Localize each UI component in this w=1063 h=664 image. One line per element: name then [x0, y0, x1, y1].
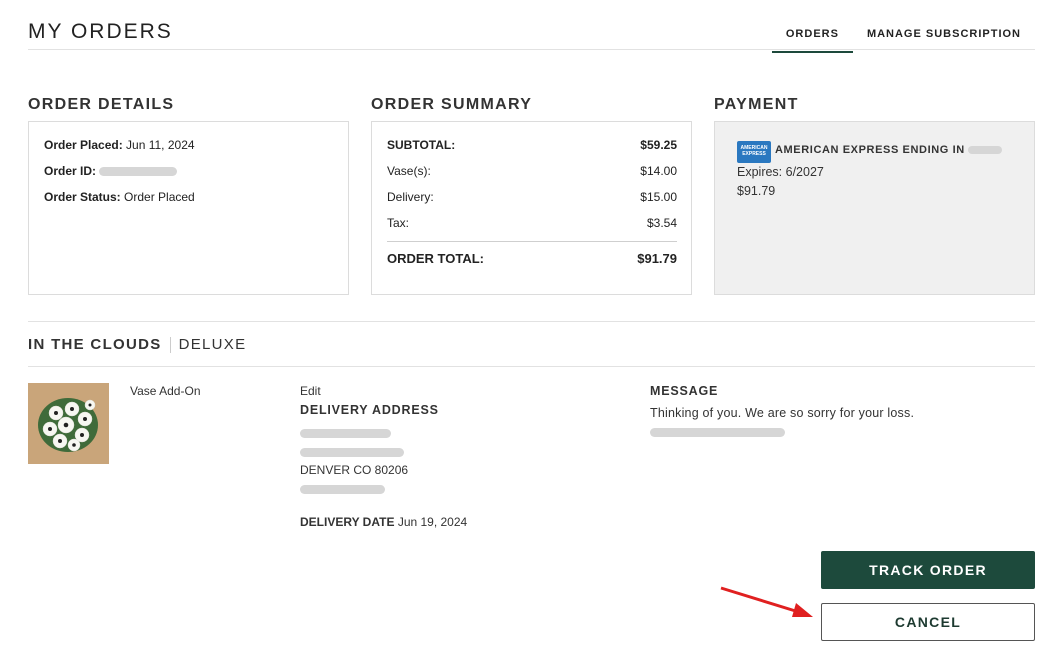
product-divider [28, 366, 1035, 367]
order-id: Order ID: [44, 164, 178, 178]
order-total-label: ORDER TOTAL: [387, 251, 485, 266]
page-title: MY ORDERS [28, 20, 173, 43]
product-name: IN THE CLOUDS [28, 336, 162, 353]
order-status-label: Order Status: [44, 190, 121, 204]
message-signature-redacted [650, 428, 785, 437]
order-details-box: Order Placed: Jun 11, 2024 Order ID: Ord… [28, 121, 349, 295]
amex-card-icon: AMERICAN EXPRESS [737, 141, 771, 163]
street-address-redacted [300, 448, 404, 457]
message-label: MESSAGE [650, 384, 719, 398]
summary-row-total: ORDER TOTAL: $91.79 [387, 251, 677, 266]
summary-label: Tax: [387, 216, 410, 230]
product-image [28, 383, 109, 464]
vase-addon: Vase Add-On [130, 384, 201, 398]
delivery-date: DELIVERY DATE Jun 19, 2024 [300, 515, 467, 529]
summary-value: $15.00 [640, 190, 677, 204]
payment-box: AMERICAN EXPRESS AMERICAN EXPRESS ENDING… [714, 121, 1035, 295]
card-label: AMERICAN EXPRESS ENDING IN [775, 144, 965, 156]
card-ending: AMERICAN EXPRESS ENDING IN [775, 144, 1003, 156]
summary-label: Vase(s): [387, 164, 431, 178]
delivery-date-label: DELIVERY DATE [300, 515, 395, 529]
order-placed: Order Placed: Jun 11, 2024 [44, 138, 195, 152]
order-id-redacted [99, 167, 178, 177]
summary-value: $14.00 [640, 164, 677, 178]
summary-divider [387, 241, 677, 242]
order-id-label: Order ID: [44, 164, 97, 178]
order-status-value: Order Placed [124, 190, 195, 204]
delivery-address-label: DELIVERY ADDRESS [300, 403, 439, 417]
cancel-button[interactable]: CANCEL [821, 603, 1035, 641]
summary-value: $59.25 [640, 138, 677, 152]
product-title: IN THE CLOUDS DELUXE [28, 336, 246, 353]
title-separator [169, 336, 171, 353]
order-placed-label: Order Placed: [44, 138, 123, 152]
edit-link[interactable]: Edit [300, 384, 321, 398]
annotation-arrow-icon [720, 586, 813, 617]
section-divider [28, 321, 1035, 322]
order-details-heading: ORDER DETAILS [28, 96, 175, 113]
summary-row-vases: Vase(s): $14.00 [387, 164, 677, 178]
order-placed-value: Jun 11, 2024 [126, 138, 195, 152]
payment-heading: PAYMENT [714, 96, 799, 113]
recipient-name-redacted [300, 429, 391, 438]
summary-row-tax: Tax: $3.54 [387, 216, 677, 230]
product-tier: DELUXE [178, 336, 247, 353]
summary-row-delivery: Delivery: $15.00 [387, 190, 677, 204]
track-order-button[interactable]: TRACK ORDER [821, 551, 1035, 589]
order-summary-heading: ORDER SUMMARY [371, 96, 533, 113]
card-expires: Expires: 6/2027 [737, 165, 824, 179]
summary-label: SUBTOTAL: [387, 138, 456, 152]
summary-label: Delivery: [387, 190, 434, 204]
order-summary-box: SUBTOTAL: $59.25 Vase(s): $14.00 Deliver… [371, 121, 692, 295]
order-status: Order Status: Order Placed [44, 190, 195, 204]
phone-redacted [300, 485, 385, 494]
city-state-zip: DENVER CO 80206 [300, 463, 409, 477]
order-total-value: $91.79 [637, 251, 677, 266]
message-text: Thinking of you. We are so sorry for you… [650, 406, 915, 420]
payment-amount: $91.79 [737, 184, 776, 198]
summary-value: $3.54 [646, 216, 677, 230]
delivery-date-value: Jun 19, 2024 [397, 515, 468, 529]
header-divider [28, 49, 1035, 50]
card-digits-redacted [968, 146, 1003, 155]
summary-row-subtotal: SUBTOTAL: $59.25 [387, 138, 677, 152]
